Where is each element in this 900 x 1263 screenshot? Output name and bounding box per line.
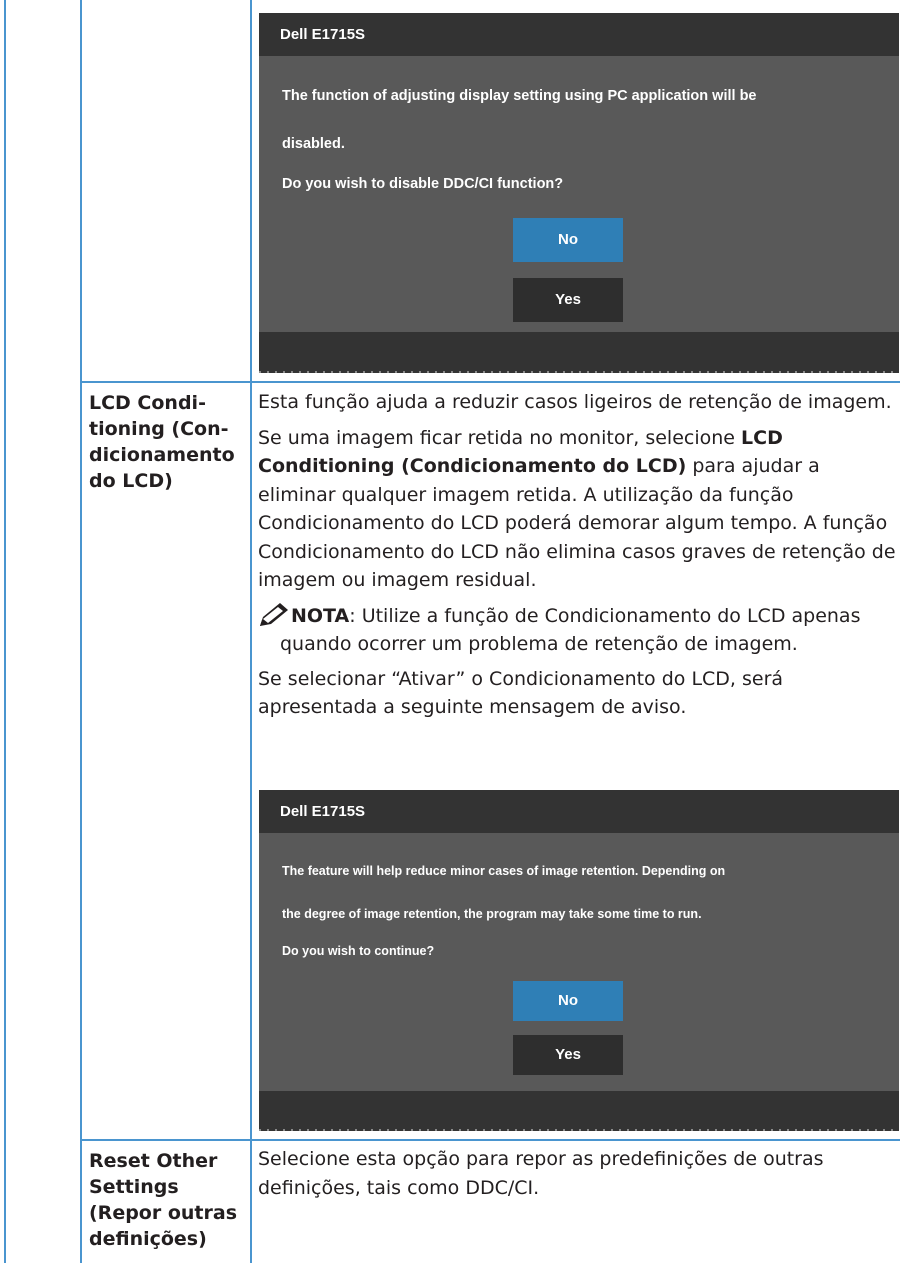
- no-button[interactable]: No: [513, 981, 623, 1021]
- dialog-message-line: The function of adjusting display settin…: [282, 88, 757, 104]
- lcd-conditioning-description: Esta função ajuda a reduzir casos ligeir…: [258, 388, 898, 729]
- yes-button[interactable]: Yes: [513, 1035, 623, 1075]
- paragraph: Se uma imagem ficar retida no monitor, s…: [258, 424, 898, 595]
- dialog-footer: [259, 332, 899, 373]
- table-border-left: [4, 0, 6, 1263]
- dialog-footer: [259, 1091, 899, 1131]
- row-separator: [80, 1139, 900, 1141]
- label-line: LCD Condi-: [89, 392, 206, 414]
- label-line: Reset Other: [89, 1150, 218, 1172]
- text-run: Se uma imagem ficar retida no monitor, s…: [258, 426, 742, 449]
- dialog-message-line: disabled.: [282, 136, 345, 152]
- note-label: NOTA: [291, 604, 350, 627]
- lcd-conditioning-label: LCD Condi- tioning (Con- dicionamento do…: [89, 390, 249, 494]
- row-separator: [80, 381, 900, 383]
- dialog-message-line: The feature will help reduce minor cases…: [282, 864, 726, 878]
- table-border-col1: [80, 0, 82, 1263]
- yes-button[interactable]: Yes: [513, 278, 623, 322]
- lcd-conditioning-dialog: Dell E1715S The feature will help reduce…: [259, 790, 899, 1131]
- no-button[interactable]: No: [513, 218, 623, 262]
- label-line: dicionamento: [89, 444, 235, 466]
- note-text-continued: quando ocorrer um problema de retenção d…: [280, 633, 798, 655]
- dialog-message-line: the degree of image retention, the progr…: [282, 907, 702, 921]
- label-line: tioning (Con-: [89, 418, 229, 440]
- dialog-title: Dell E1715S: [259, 790, 899, 833]
- document-page: Dell E1715S The function of adjusting di…: [0, 0, 900, 1263]
- reset-other-settings-label: Reset Other Settings (Repor outras defin…: [89, 1148, 249, 1252]
- dialog-question: Do you wish to disable DDC/CI function?: [282, 176, 564, 192]
- note-pencil-icon: [258, 602, 291, 628]
- text-run: : Utilize a função de Condicionamento do…: [349, 604, 861, 627]
- dialog-question: Do you wish to continue?: [282, 944, 435, 958]
- paragraph: Se selecionar “Ativar” o Condicionamento…: [258, 667, 784, 719]
- label-line: definições): [89, 1228, 207, 1250]
- note: NOTA: Utilize a função de Condicionament…: [258, 602, 898, 659]
- label-line: do LCD): [89, 470, 173, 492]
- note-text: NOTA: Utilize a função de Condicionament…: [291, 602, 860, 631]
- paragraph: Esta função ajuda a reduzir casos ligeir…: [258, 391, 892, 413]
- ddcci-dialog: Dell E1715S The function of adjusting di…: [259, 13, 899, 373]
- note-row: NOTA: Utilize a função de Condicionament…: [258, 602, 898, 631]
- dialog-title: Dell E1715S: [259, 13, 899, 56]
- reset-other-settings-description: Selecione esta opção para repor as prede…: [258, 1145, 898, 1209]
- label-line: (Repor outras: [89, 1202, 238, 1224]
- table-border-col2: [250, 0, 252, 1263]
- label-line: Settings: [89, 1176, 179, 1198]
- paragraph: Selecione esta opção para repor as prede…: [258, 1148, 824, 1199]
